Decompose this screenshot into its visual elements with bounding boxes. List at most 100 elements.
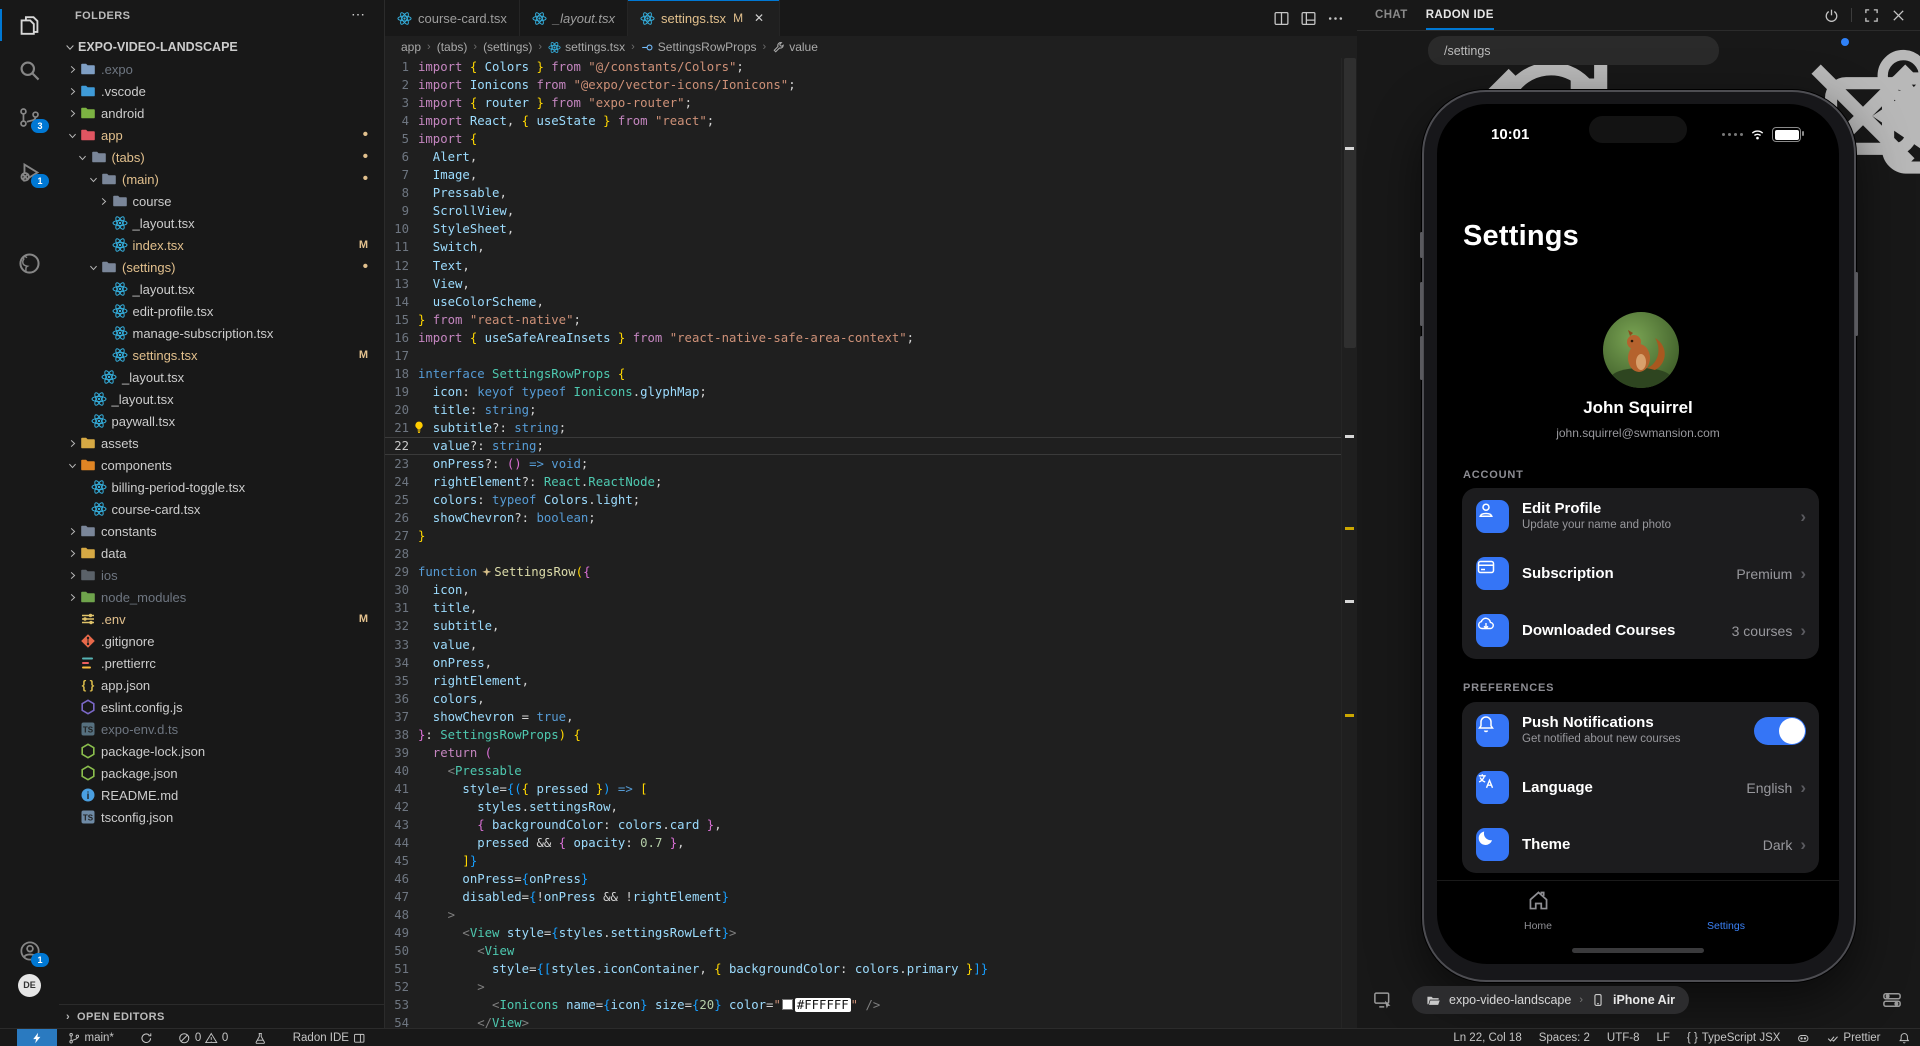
phone-tab-home[interactable]: Home xyxy=(1493,889,1583,932)
tree-item-app[interactable]: app• xyxy=(59,124,384,146)
tree-item--prettierrc[interactable]: .prettierrc xyxy=(59,652,384,674)
more-actions-icon[interactable] xyxy=(1327,10,1344,27)
project-device-selector[interactable]: expo-video-landscape › iPhone Air xyxy=(1412,986,1689,1014)
activity-item-profile[interactable]: DE xyxy=(0,965,59,1005)
tab-radon-ide[interactable]: RADON IDE xyxy=(1426,0,1494,30)
sidebar-more-actions-icon[interactable]: ⋯ xyxy=(351,6,366,23)
tree-item--env[interactable]: .envM xyxy=(59,608,384,630)
breadcrumb-item--settings-[interactable]: (settings) xyxy=(483,40,532,54)
tree-item-package-lock-json[interactable]: package-lock.json xyxy=(59,740,384,762)
phone-tab-settings[interactable]: Settings xyxy=(1681,889,1771,932)
breadcrumb-item--tabs-[interactable]: (tabs) xyxy=(437,40,468,54)
settings-row-push-notifications[interactable]: Push NotificationsGet notified about new… xyxy=(1462,702,1819,759)
breadcrumb-item-settingsrowprops[interactable]: SettingsRowProps xyxy=(641,40,757,54)
phone-screen[interactable]: 10:01 Settings xyxy=(1437,104,1839,964)
open-editors-section[interactable]: › OPEN EDITORS xyxy=(59,1004,384,1029)
settings-row-language[interactable]: LanguageEnglish› xyxy=(1462,759,1819,816)
activity-item-run-debug[interactable]: 1 xyxy=(0,152,59,192)
status-item-typescript-jsx[interactable]: { }TypeScript JSX xyxy=(1687,1032,1781,1044)
tree-item--gitignore[interactable]: .gitignore xyxy=(59,630,384,652)
tree-item-paywall-tsx[interactable]: paywall.tsx xyxy=(59,410,384,432)
breadcrumb-item-app[interactable]: app xyxy=(401,40,421,54)
tree-item-eslint-config-js[interactable]: eslint.config.js xyxy=(59,696,384,718)
tree-item--layout-tsx[interactable]: _layout.tsx xyxy=(59,388,384,410)
editor-tab-settings.tsx[interactable]: settings.tsxM✕ xyxy=(628,0,780,36)
tree-item-index-tsx[interactable]: index.tsxM xyxy=(59,234,384,256)
tree-item-android[interactable]: android xyxy=(59,102,384,124)
tree-item-expo-env-d-ts[interactable]: expo-env.d.ts xyxy=(59,718,384,740)
tree-item--layout-tsx[interactable]: _layout.tsx xyxy=(59,366,384,388)
settings-row-subscription[interactable]: SubscriptionPremium› xyxy=(1462,545,1819,602)
tree-item--expo[interactable]: .expo xyxy=(59,58,384,80)
tree-item-billing-period-toggle-tsx[interactable]: billing-period-toggle.tsx xyxy=(59,476,384,498)
tree-item--tabs-[interactable]: (tabs)• xyxy=(59,146,384,168)
back-icon[interactable] xyxy=(1373,41,1392,60)
settings-row-theme[interactable]: ThemeDark› xyxy=(1462,816,1819,873)
status-item-main-[interactable]: main* xyxy=(68,1032,114,1045)
tree-item-settings-tsx[interactable]: settings.tsxM xyxy=(59,344,384,366)
breadcrumb-item-value[interactable]: value xyxy=(772,40,818,54)
tree-item-ios[interactable]: ios xyxy=(59,564,384,586)
lightbulb-icon[interactable] xyxy=(412,420,426,434)
close-icon[interactable] xyxy=(1891,8,1906,23)
code-editor[interactable]: 1import { Colors } from "@/constants/Col… xyxy=(385,58,1342,1028)
editor-tab-_layout.tsx[interactable]: _layout.tsx xyxy=(520,0,628,36)
tab-chat[interactable]: CHAT xyxy=(1375,0,1408,30)
toggle-on[interactable] xyxy=(1754,717,1806,745)
tree-item-constants[interactable]: constants xyxy=(59,520,384,542)
split-editor-icon[interactable] xyxy=(1273,10,1290,27)
tree-item-assets[interactable]: assets xyxy=(59,432,384,454)
settings-gear-icon[interactable] xyxy=(1855,41,1875,61)
remote-indicator[interactable] xyxy=(17,1029,57,1046)
tree-item-course-card-tsx[interactable]: course-card.tsx xyxy=(59,498,384,520)
activity-item-extensions[interactable] xyxy=(0,200,59,240)
screenshot-icon[interactable] xyxy=(1799,41,1818,60)
status-item-icon[interactable] xyxy=(140,1032,153,1045)
mirror-screen-icon[interactable] xyxy=(1373,990,1393,1010)
avatar[interactable] xyxy=(1603,312,1679,388)
status-item-prettier[interactable]: Prettier xyxy=(1827,1032,1881,1045)
fullscreen-icon[interactable] xyxy=(1864,8,1879,23)
tree-item-manage-subscription-tsx[interactable]: manage-subscription.tsx xyxy=(59,322,384,344)
editor-scrollbar[interactable] xyxy=(1341,58,1358,1028)
tree-item--main-[interactable]: (main)• xyxy=(59,168,384,190)
activity-item-explorer[interactable] xyxy=(0,5,59,45)
tree-item--vscode[interactable]: .vscode xyxy=(59,80,384,102)
tree-item-components[interactable]: components xyxy=(59,454,384,476)
tree-item-data[interactable]: data xyxy=(59,542,384,564)
settings-row-downloaded-courses[interactable]: Downloaded Courses3 courses› xyxy=(1462,602,1819,659)
status-item-spaces-2[interactable]: Spaces: 2 xyxy=(1539,1032,1590,1044)
activity-item-github[interactable] xyxy=(0,243,59,283)
status-item-bell-sm-icon[interactable] xyxy=(1898,1032,1911,1045)
screen-record-icon[interactable] xyxy=(1742,41,1761,60)
breadcrumb-item-settings-tsx[interactable]: settings.tsx xyxy=(548,40,625,54)
status-item-lf[interactable]: LF xyxy=(1656,1032,1669,1044)
editor-tab-course-card.tsx[interactable]: course-card.tsx xyxy=(385,0,520,36)
status-item-ln-22-col-18[interactable]: Ln 22, Col 18 xyxy=(1453,1032,1521,1044)
status-item-radon-ide[interactable]: Radon IDE xyxy=(293,1032,366,1045)
logs-icon[interactable] xyxy=(1827,41,1846,60)
tree-item-readme-md[interactable]: README.md xyxy=(59,784,384,806)
activity-item-search[interactable] xyxy=(0,50,59,90)
tree-item-node-modules[interactable]: node_modules xyxy=(59,586,384,608)
power-icon[interactable] xyxy=(1824,8,1839,23)
activity-item-source-control[interactable]: 3 xyxy=(0,97,59,137)
tree-item-course[interactable]: course xyxy=(59,190,384,212)
dev-tools-icon[interactable] xyxy=(1713,41,1732,60)
tree-item-package-json[interactable]: package.json xyxy=(59,762,384,784)
status-item-0[interactable]: 00 xyxy=(178,1032,228,1045)
tree-item-tsconfig-json[interactable]: tsconfig.json xyxy=(59,806,384,828)
status-item-utf-8[interactable]: UTF-8 xyxy=(1607,1032,1640,1044)
settings-row-edit-profile[interactable]: Edit ProfileUpdate your name and photo› xyxy=(1462,488,1819,545)
replay-icon[interactable] xyxy=(1771,41,1790,60)
tree-root[interactable]: EXPO-VIDEO-LANDSCAPE xyxy=(59,36,384,58)
tree-item--layout-tsx[interactable]: _layout.tsx xyxy=(59,278,384,300)
tree-item-app-json[interactable]: app.json xyxy=(59,674,384,696)
device-settings-icon[interactable] xyxy=(1882,990,1902,1010)
layout-icon[interactable] xyxy=(1300,10,1317,27)
status-item-icon[interactable] xyxy=(254,1032,267,1045)
status-item-copilot-icon[interactable] xyxy=(1797,1032,1810,1045)
home-indicator[interactable] xyxy=(1572,948,1704,953)
tree-item-edit-profile-tsx[interactable]: edit-profile.tsx xyxy=(59,300,384,322)
tree-item--settings-[interactable]: (settings)• xyxy=(59,256,384,278)
